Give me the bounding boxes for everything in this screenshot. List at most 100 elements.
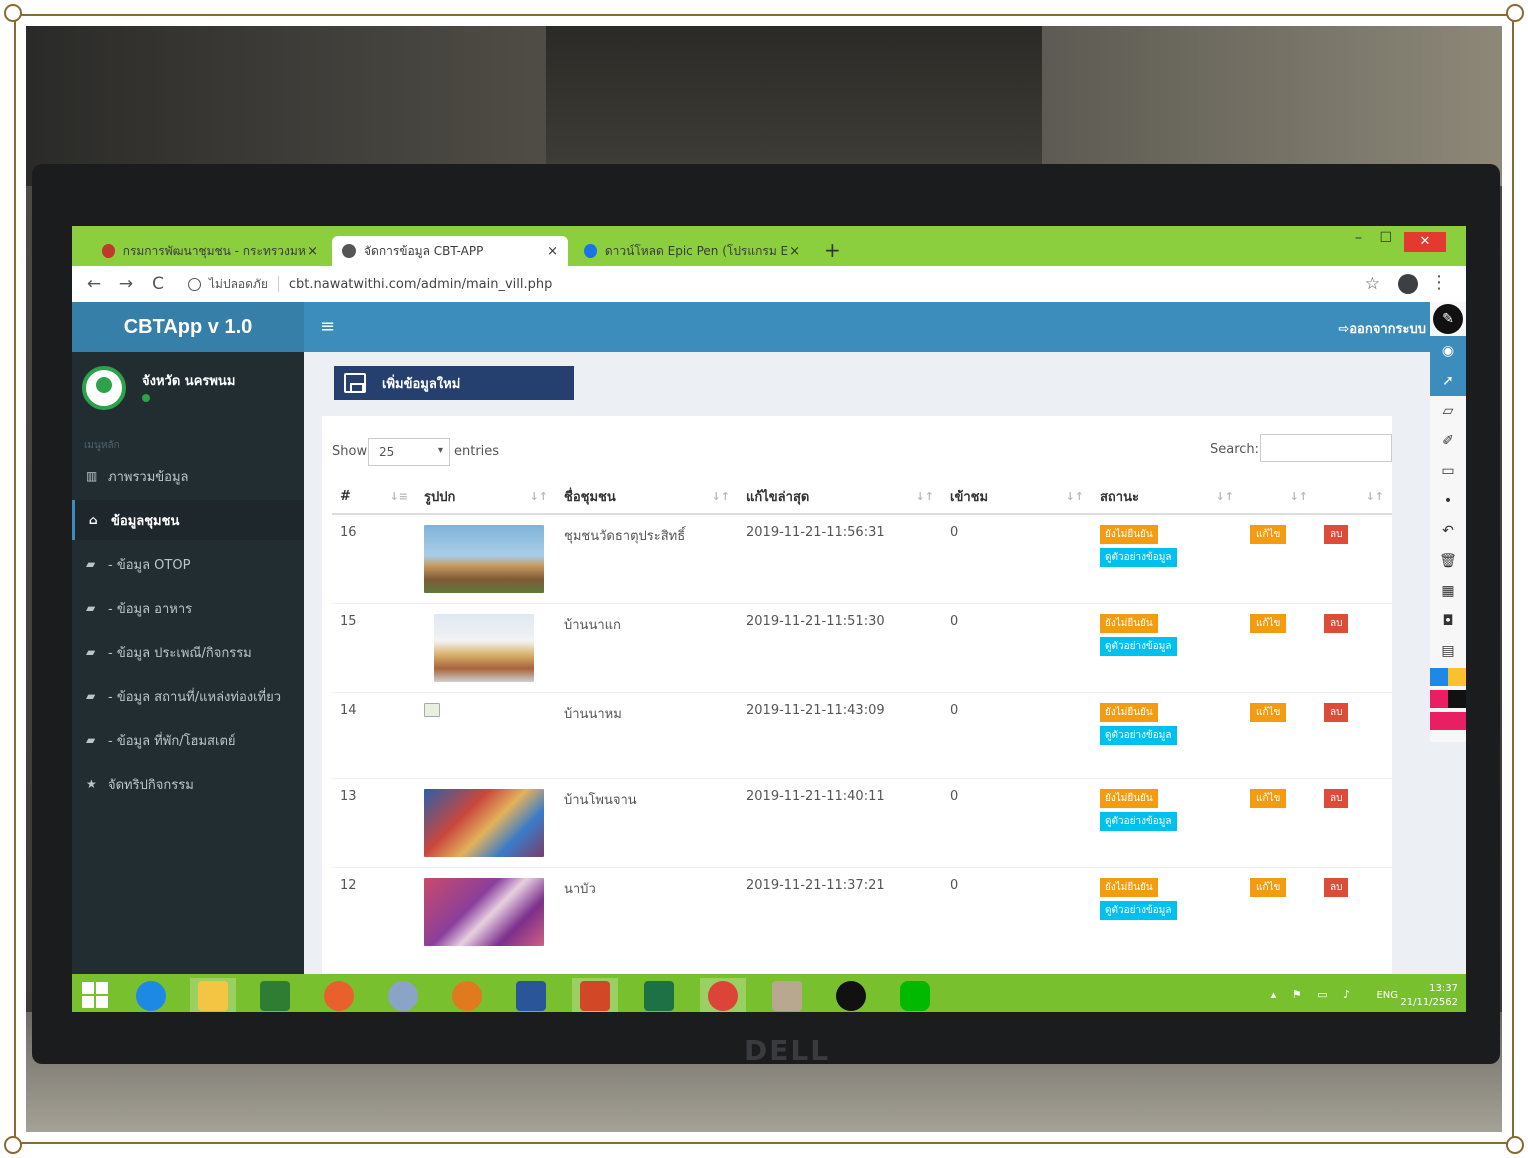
close-window-button[interactable]: ✕ <box>1404 232 1446 252</box>
column-header[interactable]: ↓↑ <box>1242 480 1316 515</box>
edit-button[interactable]: แก้ไข <box>1250 525 1287 544</box>
security-indicator[interactable]: ไม่ปลอดภัย <box>188 275 268 294</box>
add-new-button[interactable]: เพิ่มข้อมูลใหม่ <box>334 366 574 400</box>
edit-button[interactable]: แก้ไข <box>1250 878 1287 897</box>
system-tray-icons[interactable]: ▴ ⚑ ▭ ♪ <box>1271 988 1356 1001</box>
excel-icon[interactable] <box>636 978 682 1012</box>
cursor-icon[interactable]: ➚ <box>1430 366 1466 396</box>
highlighter-icon[interactable]: ▱ <box>1430 396 1466 426</box>
brush-size-icon[interactable]: • <box>1430 486 1466 516</box>
profile-avatar-icon[interactable] <box>1398 274 1418 294</box>
sidebar-item-tradition[interactable]: ▰ - ข้อมูล ประเพณี/กิจกรรม <box>72 632 304 672</box>
undo-icon[interactable]: ↶ <box>1430 516 1466 546</box>
reload-button[interactable]: C <box>142 274 174 294</box>
address-bar-url[interactable]: cbt.nawatwithi.com/admin/main_vill.php <box>289 277 553 292</box>
column-header[interactable]: รูปปก ↓↑ <box>416 480 556 515</box>
powerpoint-icon[interactable] <box>572 978 618 1012</box>
epic-pen-logo-icon[interactable]: ✎ <box>1433 304 1463 334</box>
epic-pen-toolbar: ✎ ◉ ➚ ▱ ✐ ▭ • ↶ 🗑 ▦ ◘ ▤ <box>1430 302 1466 742</box>
cell-id: 16 <box>332 513 416 604</box>
window-icon[interactable] <box>764 978 810 1012</box>
clipboard-icon[interactable]: ▤ <box>1430 636 1466 666</box>
sidebar-item-trip[interactable]: ★ จัดทริปกิจกรรม <box>72 764 304 804</box>
minimize-button[interactable]: – <box>1355 230 1362 246</box>
cell-delete: ลบ <box>1316 867 1392 956</box>
page-length-select[interactable]: 25 ▾ <box>368 438 450 466</box>
column-header-label: เข้าชม <box>950 490 989 505</box>
column-header[interactable]: ชื่อชุมชน ↓↑ <box>556 480 738 515</box>
edit-button[interactable]: แก้ไข <box>1250 703 1287 722</box>
file-explorer-icon[interactable] <box>190 978 236 1012</box>
maximize-button[interactable]: ☐ <box>1379 230 1392 246</box>
column-header[interactable]: สถานะ ↓↑ <box>1092 480 1242 515</box>
back-button[interactable]: ← <box>78 274 110 294</box>
preview-button[interactable]: ดูตัวอย่างข้อมูล <box>1100 901 1177 920</box>
bookmark-star-icon[interactable]: ☆ <box>1365 274 1380 294</box>
clock[interactable]: 13:37 21/11/2562 <box>1400 982 1458 1010</box>
new-tab-button[interactable]: + <box>824 238 841 262</box>
ie-icon[interactable] <box>128 978 174 1012</box>
color-swatch[interactable] <box>1448 712 1466 730</box>
color-swatch[interactable] <box>1430 668 1448 686</box>
sidebar-header: เมนูหลัก <box>84 440 120 451</box>
tab-title: ดาวน์โหลด Epic Pen (โปรแกรม Epic <box>604 243 790 258</box>
sidebar-item-community[interactable]: ⌂ ข้อมูลชุมชน <box>72 500 304 540</box>
firefox-icon[interactable] <box>316 978 362 1012</box>
column-header[interactable]: ↓↑ <box>1316 480 1392 515</box>
search-input[interactable] <box>1260 434 1392 462</box>
column-header[interactable]: เข้าชม ↓↑ <box>942 480 1092 515</box>
browser-menu-icon[interactable]: ⋮ <box>1430 272 1448 293</box>
sort-icon: ↓↑ <box>1215 490 1234 503</box>
edit-button[interactable]: แก้ไข <box>1250 789 1287 808</box>
preview-button[interactable]: ดูตัวอย่างข้อมูล <box>1100 637 1177 656</box>
color-swatch[interactable] <box>1448 668 1466 686</box>
preview-button[interactable]: ดูตัวอย่างข้อมูล <box>1100 726 1177 745</box>
delete-button[interactable]: ลบ <box>1324 789 1349 808</box>
cell-id: 13 <box>332 778 416 868</box>
color-swatch[interactable] <box>1448 690 1466 708</box>
trash-icon[interactable]: 🗑 <box>1430 546 1466 576</box>
word-icon[interactable] <box>508 978 554 1012</box>
whiteboard-icon[interactable]: ▦ <box>1430 576 1466 606</box>
tab-close-icon[interactable]: × <box>547 244 558 259</box>
edit-button[interactable]: แก้ไข <box>1250 614 1287 633</box>
epic-pen-icon[interactable] <box>828 978 874 1012</box>
paint-icon[interactable] <box>380 978 426 1012</box>
browser-tab-active[interactable]: จัดการข้อมูล CBT-APP × <box>332 236 568 266</box>
eye-icon[interactable]: ◉ <box>1430 336 1466 366</box>
delete-button[interactable]: ลบ <box>1324 614 1349 633</box>
tab-close-icon[interactable]: × <box>789 244 800 259</box>
delete-button[interactable]: ลบ <box>1324 525 1349 544</box>
browser-tab[interactable]: กรมการพัฒนาชุมชน - กระทรวงมหาดไ × <box>92 236 328 266</box>
column-header[interactable]: แก้ไขล่าสุด ↓↑ <box>738 480 942 515</box>
pen-icon[interactable]: ✐ <box>1430 426 1466 456</box>
preview-button[interactable]: ดูตัวอย่างข้อมูล <box>1100 548 1177 567</box>
language-indicator[interactable]: ENG <box>1376 990 1398 1001</box>
line-icon[interactable] <box>892 978 938 1012</box>
sidebar-item-homestay[interactable]: ▰ - ข้อมูล ที่พัก/โฮมสเตย์ <box>72 720 304 760</box>
camera-icon[interactable]: ◘ <box>1430 606 1466 636</box>
logout-link[interactable]: ⇨ออกจากระบบ <box>1338 318 1426 339</box>
sidebar-toggle-icon[interactable]: ≡ <box>320 316 335 337</box>
status-badge: ยังไม่ยืนยัน <box>1100 703 1158 722</box>
color-swatch[interactable] <box>1430 712 1448 730</box>
sidebar-item-attractions[interactable]: ▰ - ข้อมูล สถานที่/แหล่งท่องเที่ยว <box>72 676 304 716</box>
chrome-icon[interactable] <box>700 978 746 1012</box>
sidebar-item-otop[interactable]: ▰ - ข้อมูล OTOP <box>72 544 304 584</box>
column-header[interactable]: # ↓≡ <box>332 480 416 515</box>
app-logo[interactable]: CBTApp v 1.0 <box>72 302 304 352</box>
tab-close-icon[interactable]: × <box>307 244 318 259</box>
delete-button[interactable]: ลบ <box>1324 703 1349 722</box>
store-icon[interactable] <box>252 978 298 1012</box>
sidebar-item-overview[interactable]: ▥ ภาพรวมข้อมูล <box>72 456 304 496</box>
add-new-label: เพิ่มข้อมูลใหม่ <box>382 376 461 392</box>
sidebar-item-food[interactable]: ▰ - ข้อมูล อาหาร <box>72 588 304 628</box>
browser-tab[interactable]: ดาวน์โหลด Epic Pen (โปรแกรม Epic × <box>574 236 810 266</box>
eraser-icon[interactable]: ▭ <box>1430 456 1466 486</box>
color-swatch[interactable] <box>1430 690 1448 708</box>
preview-button[interactable]: ดูตัวอย่างข้อมูล <box>1100 812 1177 831</box>
windows-start-icon[interactable] <box>82 982 110 1010</box>
forward-button[interactable]: → <box>110 274 142 294</box>
sync-icon[interactable] <box>444 978 490 1012</box>
delete-button[interactable]: ลบ <box>1324 878 1349 897</box>
